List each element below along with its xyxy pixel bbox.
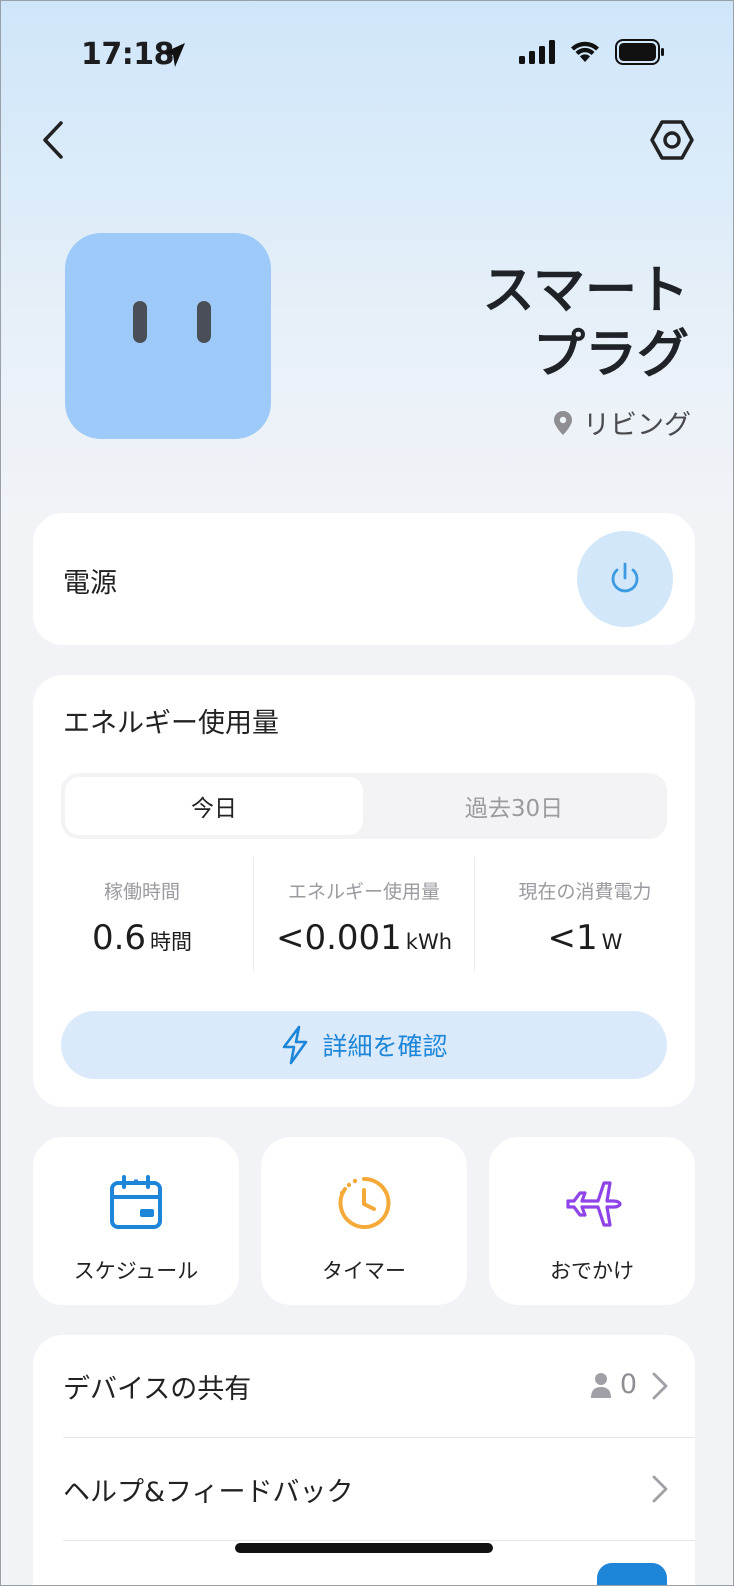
status-icons: [519, 39, 665, 65]
calendar-icon: [110, 1175, 162, 1229]
device-room: リビング: [553, 403, 691, 442]
smart-plug-icon: [65, 233, 271, 439]
device-sharing-row[interactable]: デバイスの共有 0: [63, 1335, 695, 1437]
timer-button[interactable]: タイマー: [261, 1137, 467, 1305]
chevron-right-icon: [652, 1372, 668, 1400]
room-label: リビング: [583, 410, 691, 441]
share-count-value: 0: [619, 1369, 637, 1400]
stat-value: 0.6 時間: [91, 918, 193, 958]
plug-slot-right: [197, 301, 211, 343]
chevron-right-icon: [652, 1475, 668, 1503]
schedule-label: スケジュール: [73, 1259, 199, 1283]
power-icon: [611, 562, 639, 593]
schedule-button[interactable]: スケジュール: [33, 1137, 239, 1305]
settings-button[interactable]: [649, 117, 695, 163]
tab-last-30-days[interactable]: 過去30日: [365, 777, 663, 835]
tab-today[interactable]: 今日: [65, 777, 363, 835]
signal-icon: [519, 40, 555, 64]
power-toggle-button[interactable]: [577, 531, 673, 627]
stat-value: <0.001 kWh: [275, 918, 453, 958]
back-button[interactable]: [35, 117, 75, 163]
plug-slot-left: [133, 301, 147, 343]
timer-icon: [338, 1176, 391, 1229]
power-label: 電源: [63, 568, 117, 599]
list-divider: [63, 1540, 695, 1541]
device-title: スマート プラグ: [482, 261, 689, 385]
view-details-label: 詳細を確認: [322, 1032, 448, 1061]
power-card: 電源: [33, 513, 695, 645]
stat-value: <1 W: [547, 918, 623, 958]
away-mode-button[interactable]: おでかけ: [489, 1137, 695, 1305]
stat-current-power: 現在の消費電力 <1 W: [475, 857, 695, 971]
stat-label: 現在の消費電力: [518, 881, 652, 903]
person-icon: [590, 1372, 611, 1398]
view-details-button[interactable]: 詳細を確認: [61, 1011, 667, 1079]
energy-title: エネルギー使用量: [63, 708, 279, 739]
away-mode-label: おでかけ: [550, 1259, 634, 1283]
stat-energy-usage: エネルギー使用量 <0.001 kWh: [254, 857, 474, 971]
screen: 17:18 スマート プラグ リビング 電源 エネルギー使用量 今日 過去30日…: [0, 0, 734, 1586]
timer-label: タイマー: [322, 1259, 406, 1283]
stat-runtime: 稼働時間 0.6 時間: [47, 857, 237, 971]
home-indicator: [235, 1543, 493, 1553]
help-feedback-label: ヘルプ&フィードバック: [63, 1477, 354, 1508]
airplane-icon: [566, 1181, 622, 1227]
stat-label: 稼働時間: [103, 881, 180, 903]
location-arrow-icon: [163, 43, 185, 67]
energy-card: エネルギー使用量 今日 過去30日 稼働時間 0.6 時間 エネルギー使用量 <0…: [33, 675, 695, 1107]
bottom-action-button[interactable]: [597, 1563, 667, 1585]
share-count: 0: [590, 1369, 637, 1400]
lightning-icon: [283, 1025, 308, 1065]
device-sharing-label: デバイスの共有: [63, 1374, 252, 1405]
wifi-icon: [571, 41, 599, 62]
stat-label: エネルギー使用量: [287, 881, 440, 903]
help-feedback-row[interactable]: ヘルプ&フィードバック: [63, 1438, 695, 1540]
battery-icon: [615, 39, 664, 65]
period-segmented-control: 今日 過去30日: [61, 773, 667, 839]
location-pin-icon: [554, 410, 572, 435]
